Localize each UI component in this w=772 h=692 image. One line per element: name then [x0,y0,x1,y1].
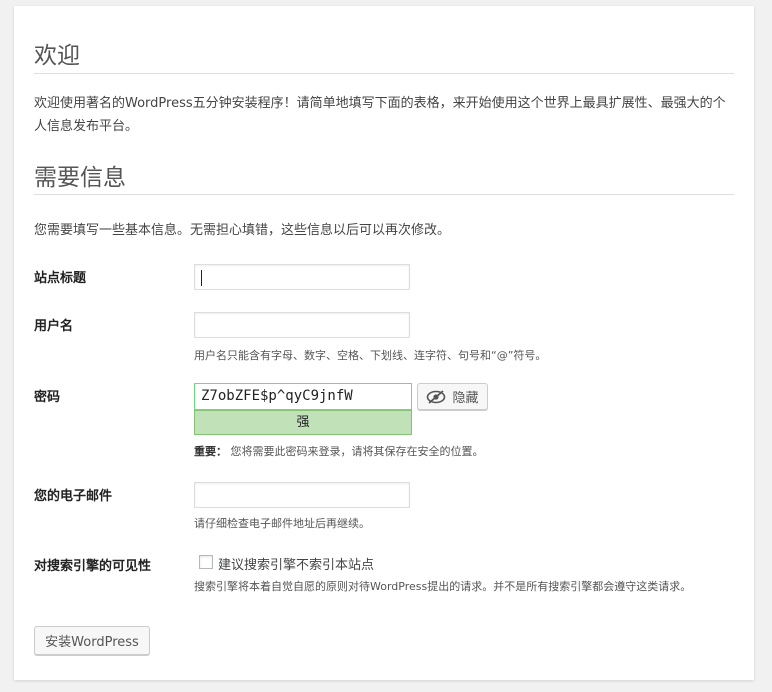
password-important-label: 重要： [194,445,227,458]
username-label: 用户名 [34,319,74,334]
password-input[interactable]: Z7obZFE$p^qyC9jnfW [194,383,412,410]
required-info-note: 您需要填写一些基本信息。无需担心填错，这些信息以后可以再次修改。 [34,223,451,238]
email-hint: 请仔细检查电子邮件地址后再继续。 [194,517,370,530]
password-note: 重要： 您将需要此密码来登录，请将其保存在安全的位置。 [194,443,484,459]
welcome-title: 欢迎 [34,43,80,69]
text-caret [201,270,202,286]
email-input[interactable] [194,482,410,508]
username-hint: 用户名只能含有字母、数字、空格、下划线、连字符、句号和“@”符号。 [194,349,547,362]
eye-slash-icon [427,389,446,404]
hide-button-label: 隐藏 [452,391,479,406]
divider [34,73,734,74]
email-label: 您的电子邮件 [34,489,113,504]
visibility-label: 对搜索引擎的可见性 [34,559,152,574]
required-info-title: 需要信息 [34,165,126,191]
password-note-text: 您将需要此密码来登录，请将其保存在安全的位置。 [230,445,484,458]
visibility-hint: 搜索引擎将本着自觉自愿的原则对待WordPress提出的请求。并不是所有搜索引擎… [194,580,692,593]
hide-password-button[interactable]: 隐藏 [417,383,488,410]
password-label: 密码 [34,390,61,405]
install-card: 欢迎 欢迎使用著名的WordPress五分钟安装程序！请简单地填写下面的表格，来… [14,6,754,680]
divider [34,194,734,195]
install-wordpress-button[interactable]: 安装WordPress [34,626,150,655]
visibility-checkbox-label[interactable]: 建议搜索引擎不索引本站点 [218,554,374,573]
username-input[interactable] [194,312,410,338]
site-title-label: 站点标题 [34,271,87,286]
visibility-checkbox[interactable] [199,555,213,569]
site-title-input[interactable] [194,264,410,290]
welcome-intro: 欢迎使用著名的WordPress五分钟安装程序！请简单地填写下面的表格，来开始使… [34,96,726,134]
password-strength-meter: 强 [194,410,412,435]
